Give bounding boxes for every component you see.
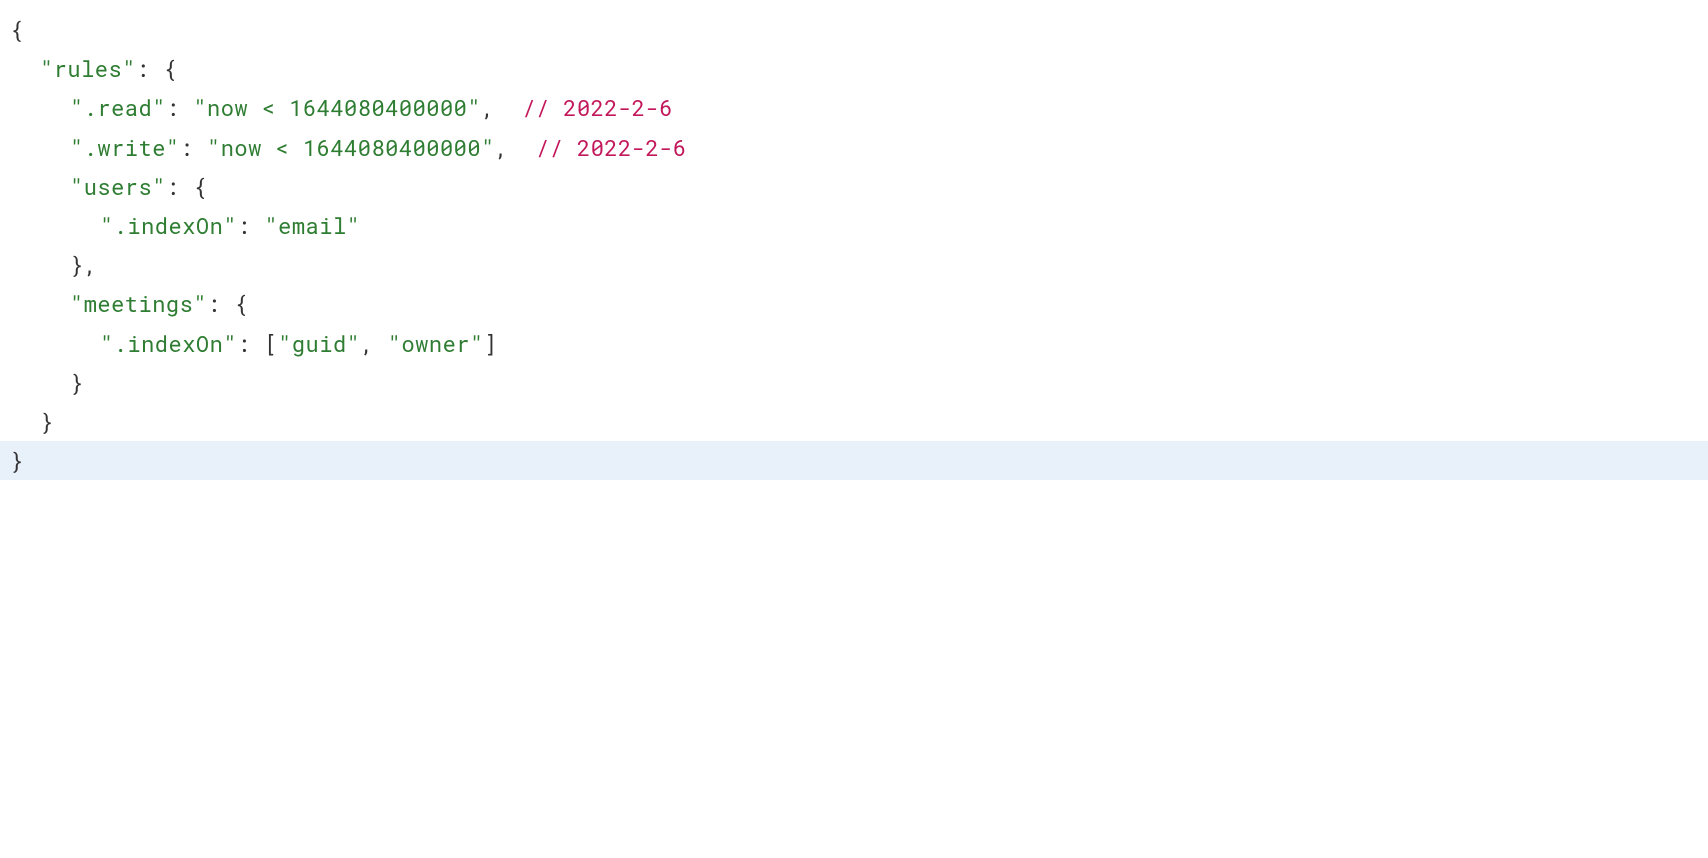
json-key: ".read" [70,93,166,122]
comma: , [495,133,536,162]
code-line[interactable]: "users": { [0,167,1708,206]
json-key: "rules" [40,54,136,83]
code-line[interactable]: } [0,363,1708,402]
brace-close: } [10,446,24,475]
comma: , [481,93,522,122]
comma: , [360,329,387,358]
colon-bracket: : [ [237,329,278,358]
json-string: "now < 1644080400000" [193,93,481,122]
colon-brace: : { [166,172,207,201]
code-line-active[interactable]: } [0,441,1708,480]
json-key: "meetings" [70,289,207,318]
json-string: "email" [264,211,360,240]
brace-close-comma: }, [70,250,97,279]
code-editor[interactable]: { "rules": { ".read": "now < 16440804000… [0,0,1708,490]
brace-close: } [40,407,54,436]
code-line[interactable]: { [0,10,1708,49]
colon: : [180,133,207,162]
colon-brace: : { [207,289,248,318]
code-line[interactable]: "rules": { [0,49,1708,88]
json-key: ".indexOn" [100,211,237,240]
bracket-close: ] [484,329,498,358]
json-string: "guid" [278,329,360,358]
comment: // 2022-2-6 [522,93,673,122]
colon: : [166,93,193,122]
json-string: "now < 1644080400000" [207,133,495,162]
code-line[interactable]: }, [0,245,1708,284]
brace-open: { [10,15,24,44]
colon: : [237,211,264,240]
code-line[interactable]: ".indexOn": ["guid", "owner"] [0,324,1708,363]
colon-brace: : { [136,54,177,83]
json-string: "owner" [388,329,484,358]
code-line[interactable]: "meetings": { [0,284,1708,323]
code-line[interactable]: ".write": "now < 1644080400000", // 2022… [0,128,1708,167]
code-line[interactable]: } [0,402,1708,441]
json-key: ".write" [70,133,180,162]
comment: // 2022-2-6 [536,133,687,162]
json-key: "users" [70,172,166,201]
brace-close: } [70,368,84,397]
json-key: ".indexOn" [100,329,237,358]
code-line[interactable]: ".read": "now < 1644080400000", // 2022-… [0,88,1708,127]
code-line[interactable]: ".indexOn": "email" [0,206,1708,245]
